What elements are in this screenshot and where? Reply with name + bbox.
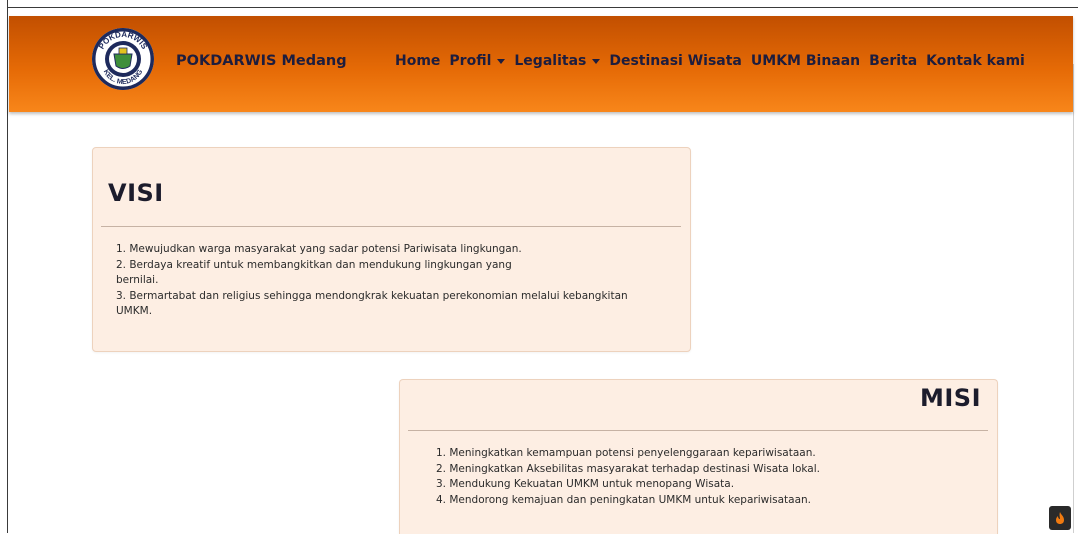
nav-label: Kontak kami bbox=[926, 53, 1025, 69]
nav-item-destinasi-wisata[interactable]: Destinasi Wisata bbox=[609, 53, 742, 69]
divider bbox=[101, 226, 681, 227]
misi-line: 3. Mendukung Kekuatan UMKM untuk menopan… bbox=[436, 478, 735, 490]
scrollbar-track[interactable] bbox=[1073, 64, 1074, 533]
window-frame-top bbox=[7, 7, 1078, 8]
misi-line: 4. Mendorong kemajuan dan peningkatan UM… bbox=[436, 493, 812, 506]
misi-line: 1. Meningkatkan kemampuan potensi penyel… bbox=[436, 447, 816, 459]
main-nav: Home Profil Legalitas Destinasi Wisata U… bbox=[395, 53, 1025, 69]
flame-icon bbox=[1056, 512, 1064, 524]
visi-title: VISI bbox=[108, 179, 164, 207]
visi-line: 2. Berdaya kreatif untuk membangkitkan d… bbox=[116, 258, 512, 271]
visi-line: bernilai. bbox=[116, 274, 159, 286]
flame-button[interactable] bbox=[1049, 506, 1071, 530]
visi-list: 1. Mewujudkan warga masyarakat yang sada… bbox=[116, 242, 676, 320]
visi-card: VISI 1. Mewujudkan warga masyarakat yang… bbox=[92, 147, 691, 352]
nav-item-umkm-binaan[interactable]: UMKM Binaan bbox=[751, 53, 860, 69]
logo-icon[interactable]: POKDARWIS KEL. MEDANG bbox=[92, 28, 154, 90]
caret-down-icon bbox=[592, 58, 601, 64]
visi-line: 3. Bermartabat dan religius sehingga men… bbox=[116, 289, 628, 302]
logo-emblem: POKDARWIS KEL. MEDANG bbox=[92, 28, 154, 90]
navbar: POKDARWIS KEL. MEDANG POKDARWIS Medang H… bbox=[9, 16, 1073, 112]
nav-item-home[interactable]: Home bbox=[395, 53, 440, 69]
misi-card: MISI 1. Meningkatkan kemampuan potensi p… bbox=[399, 379, 998, 534]
divider bbox=[408, 430, 988, 431]
visi-line: UMKM. bbox=[116, 305, 153, 317]
misi-list: 1. Meningkatkan kemampuan potensi penyel… bbox=[436, 446, 976, 508]
nav-item-profil[interactable]: Profil bbox=[449, 53, 506, 69]
nav-label: UMKM Binaan bbox=[750, 53, 861, 69]
brand-name[interactable]: POKDARWIS Medang bbox=[176, 53, 347, 69]
nav-label: Berita bbox=[869, 53, 918, 69]
visi-line: 1. Mewujudkan warga masyarakat yang sada… bbox=[116, 243, 522, 255]
nav-label: Legalitas bbox=[514, 53, 587, 69]
nav-label: Destinasi Wisata bbox=[609, 53, 742, 69]
nav-item-berita[interactable]: Berita bbox=[869, 53, 917, 69]
nav-label: Home bbox=[395, 53, 441, 69]
misi-title: MISI bbox=[919, 384, 981, 412]
nav-item-kontak-kami[interactable]: Kontak kami bbox=[926, 53, 1025, 69]
window-frame-left bbox=[7, 0, 8, 533]
caret-down-icon bbox=[497, 58, 506, 64]
misi-line: 2. Meningkatkan Aksebilitas masyarakat t… bbox=[436, 462, 820, 475]
nav-label: Profil bbox=[449, 53, 492, 69]
nav-item-legalitas[interactable]: Legalitas bbox=[514, 53, 601, 69]
